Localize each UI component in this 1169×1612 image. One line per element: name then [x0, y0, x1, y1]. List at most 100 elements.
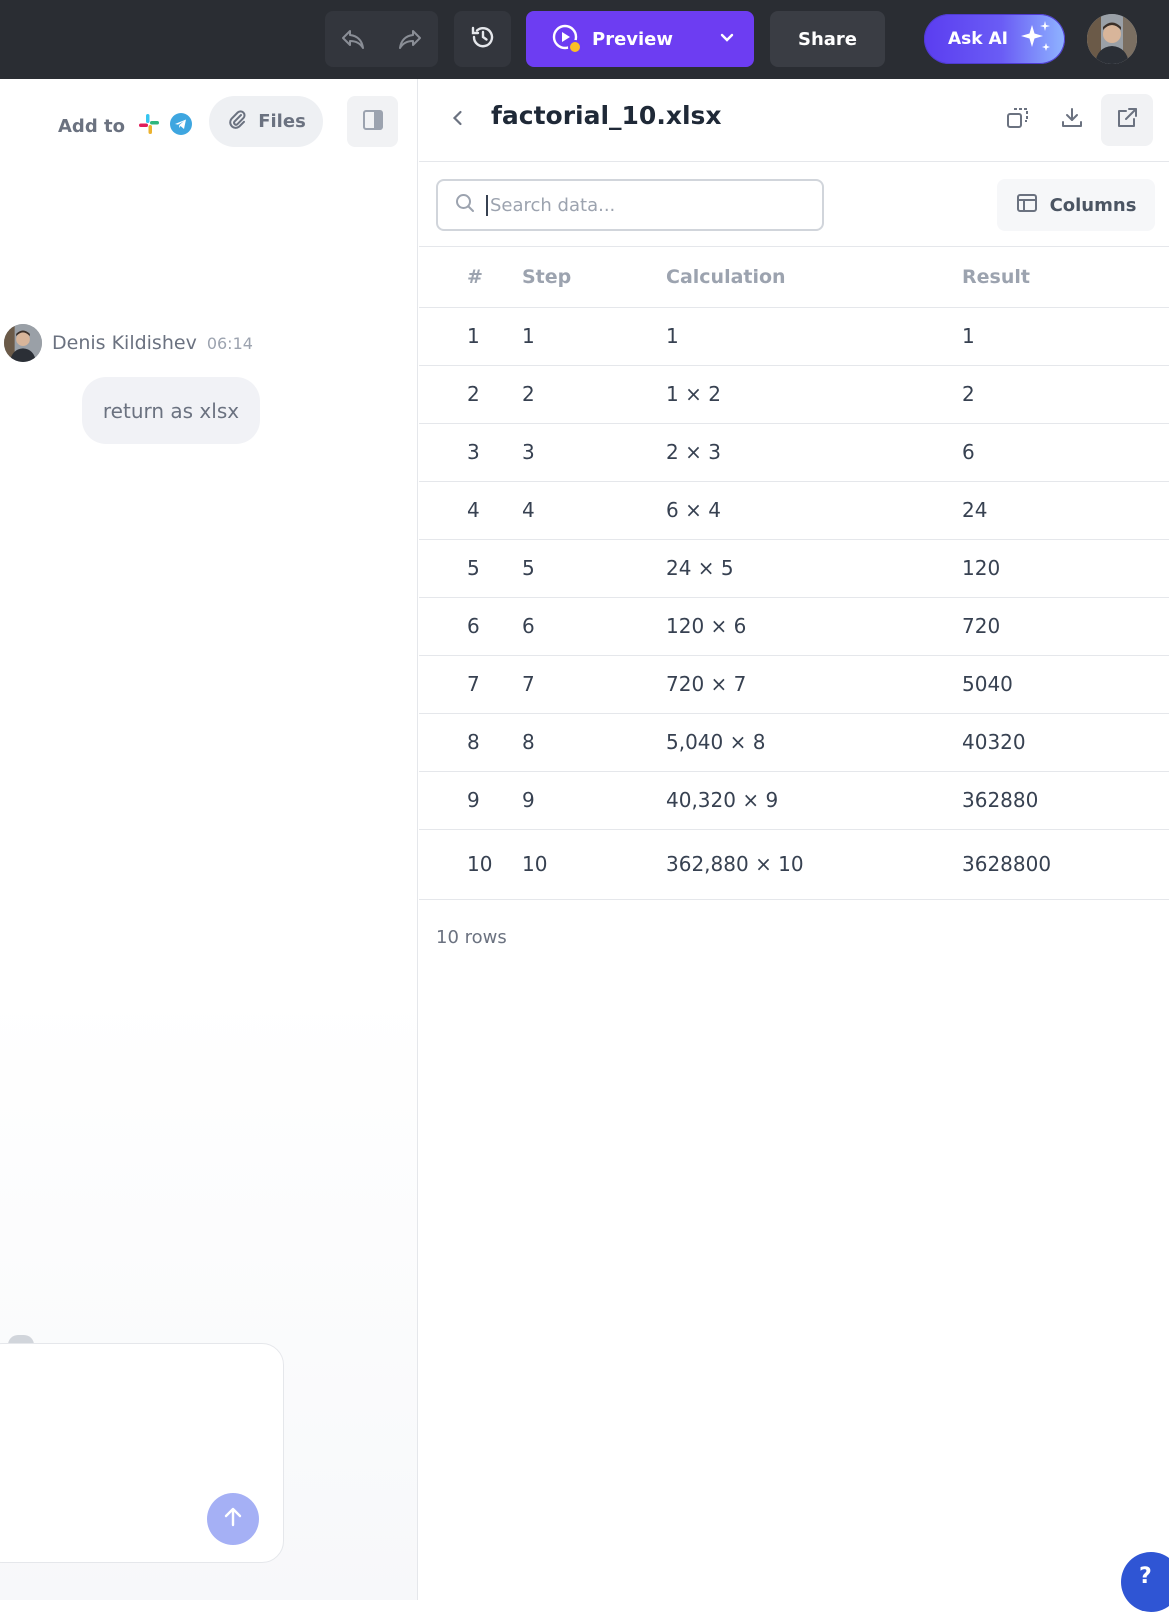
message-avatar: [4, 324, 42, 362]
table-cell: 6: [962, 423, 1169, 482]
table-cell: 2 × 3: [666, 423, 962, 482]
column-header-calculation[interactable]: Calculation: [666, 247, 962, 308]
table-cell: 1: [666, 307, 962, 366]
table-cell: 6: [522, 597, 666, 656]
table-row: 3 3 2 × 3 6: [419, 423, 1169, 482]
help-button[interactable]: ?: [1121, 1552, 1169, 1612]
files-label: Files: [258, 111, 306, 132]
table-cell: 24: [962, 481, 1169, 540]
table-cell: 8: [522, 713, 666, 772]
back-button[interactable]: [443, 105, 473, 135]
share-button[interactable]: Share: [770, 11, 885, 67]
message-header: Denis Kildishev 06:14: [4, 324, 253, 362]
table-cell: 40,320 × 9: [666, 771, 962, 830]
table-cell: 120: [962, 539, 1169, 598]
table-cell: 362880: [962, 771, 1169, 830]
undo-redo-group: [325, 11, 438, 67]
table-cell: 362,880 × 10: [666, 829, 962, 900]
ask-ai-label: Ask AI: [948, 29, 1008, 49]
table-cell: 4: [522, 481, 666, 540]
open-external-button[interactable]: [1101, 94, 1153, 146]
columns-icon: [1016, 192, 1038, 219]
search-box[interactable]: [436, 179, 824, 231]
table-cell: 2: [522, 365, 666, 424]
columns-button[interactable]: Columns: [997, 179, 1155, 231]
paperclip-icon: [226, 108, 248, 135]
table-row: 9 9 40,320 × 9 362880: [419, 771, 1169, 830]
table-row: 5 5 24 × 5 120: [419, 539, 1169, 598]
search-icon: [454, 192, 476, 218]
table-cell: 24 × 5: [666, 539, 962, 598]
table-cell: 720: [962, 597, 1169, 656]
file-title: factorial_10.xlsx: [491, 101, 722, 130]
table-cell: 6 × 4: [666, 481, 962, 540]
top-bar: Preview Share Ask AI: [0, 0, 1169, 79]
play-circle-icon: [550, 22, 584, 56]
table-cell: 4: [419, 481, 522, 540]
slack-icon[interactable]: [137, 112, 161, 141]
telegram-icon[interactable]: [169, 112, 193, 141]
table-cell: 120 × 6: [666, 597, 962, 656]
redo-icon[interactable]: [393, 22, 427, 56]
table-cell: 10: [522, 829, 666, 900]
table-cell: 3: [522, 423, 666, 482]
copy-icon: [1005, 105, 1031, 135]
table-cell: 7: [419, 655, 522, 714]
viewer-toolbar: Columns: [419, 163, 1169, 247]
table-cell: 5: [419, 539, 522, 598]
undo-icon[interactable]: [336, 22, 370, 56]
table-cell: 2: [419, 365, 522, 424]
chevron-down-icon[interactable]: [716, 27, 738, 54]
row-count: 10 rows: [436, 927, 507, 948]
user-avatar[interactable]: [1087, 14, 1137, 64]
table-cell: 1 × 2: [666, 365, 962, 424]
table-cell: 5,040 × 8: [666, 713, 962, 772]
help-label: ?: [1139, 1564, 1152, 1589]
table-cell: 7: [522, 655, 666, 714]
message-time: 06:14: [206, 333, 253, 353]
sidebar-toggle-button[interactable]: [347, 96, 398, 147]
table-cell: 5040: [962, 655, 1169, 714]
table-row: 10 10 362,880 × 10 3628800: [419, 829, 1169, 900]
column-header-step[interactable]: Step: [522, 247, 666, 308]
add-to-integrations[interactable]: Add to: [58, 109, 193, 143]
table-cell: 10: [419, 829, 522, 900]
table-row: 8 8 5,040 × 8 40320: [419, 713, 1169, 772]
search-input[interactable]: [486, 194, 786, 216]
history-icon: [469, 23, 497, 55]
external-link-icon: [1114, 105, 1140, 135]
table-cell: 1: [522, 307, 666, 366]
send-button[interactable]: [207, 1493, 259, 1545]
copy-button[interactable]: [992, 94, 1044, 146]
table-cell: 8: [419, 713, 522, 772]
ask-ai-button[interactable]: Ask AI: [924, 14, 1065, 64]
table-row: 2 2 1 × 2 2: [419, 365, 1169, 424]
chat-panel: Add to Files Denis Kildishev 06:14 retur…: [0, 79, 418, 1600]
data-table: # Step Calculation Result 1 1 1 1 2 2 1 …: [419, 247, 1169, 900]
add-to-label: Add to: [58, 115, 125, 137]
message-bubble: return as xlsx: [82, 377, 260, 444]
download-button[interactable]: [1046, 94, 1098, 146]
table-row: 1 1 1 1: [419, 307, 1169, 366]
table-cell: 40320: [962, 713, 1169, 772]
table-header-row: # Step Calculation Result: [419, 247, 1169, 308]
download-icon: [1059, 105, 1085, 135]
table-row: 4 4 6 × 4 24: [419, 481, 1169, 540]
sparkle-icon: [1018, 19, 1054, 60]
preview-button[interactable]: Preview: [526, 11, 754, 67]
table-cell: 1: [962, 307, 1169, 366]
table-cell: 6: [419, 597, 522, 656]
file-viewer: factorial_10.xlsx Co: [419, 79, 1169, 1600]
viewer-header: factorial_10.xlsx: [419, 79, 1169, 162]
column-header-index[interactable]: #: [419, 247, 522, 308]
table-cell: 9: [522, 771, 666, 830]
columns-label: Columns: [1049, 194, 1137, 216]
history-button[interactable]: [454, 11, 511, 67]
table-row: 6 6 120 × 6 720: [419, 597, 1169, 656]
table-cell: 720 × 7: [666, 655, 962, 714]
column-header-result[interactable]: Result: [962, 247, 1169, 308]
files-button[interactable]: Files: [209, 96, 323, 147]
table-cell: 3628800: [962, 829, 1169, 900]
chevron-left-icon: [448, 108, 468, 132]
table-cell: 3: [419, 423, 522, 482]
